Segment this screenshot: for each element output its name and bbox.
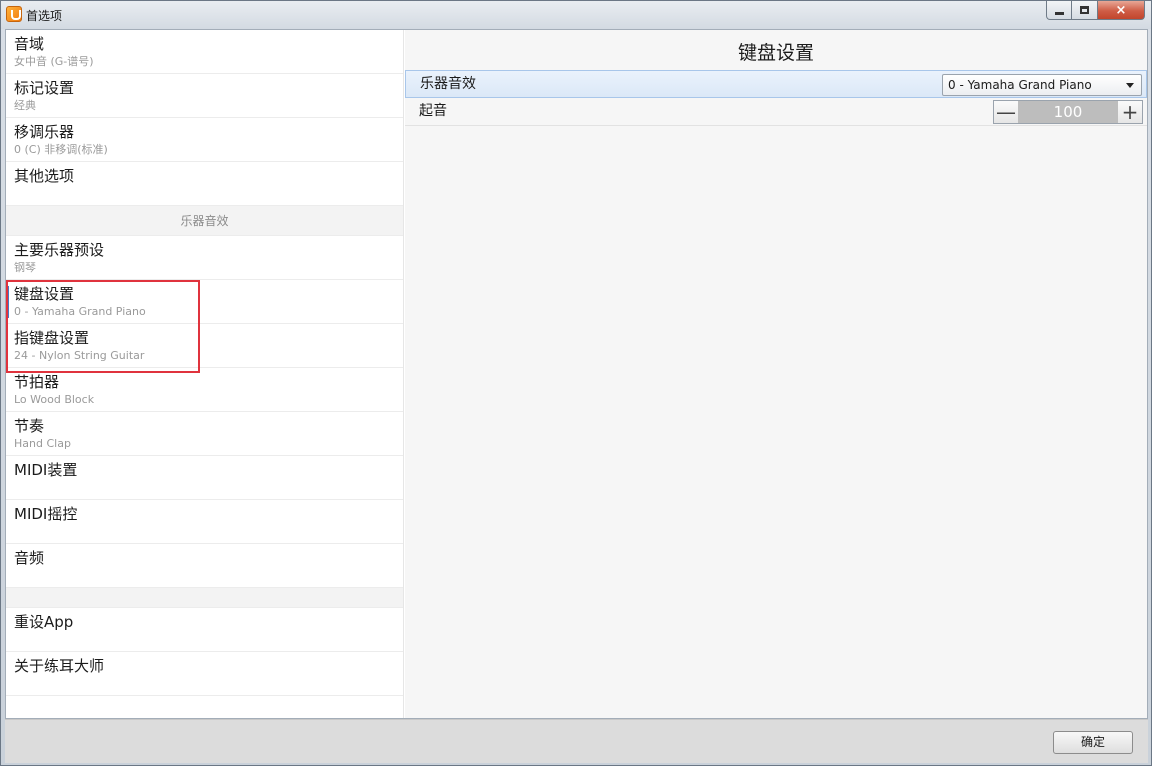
- sidebar-item-value: 经典: [14, 99, 36, 112]
- app-icon: [6, 6, 22, 22]
- close-icon: ×: [1115, 2, 1127, 18]
- sidebar-item-label: 键盘设置: [14, 285, 75, 303]
- window-title: 首选项: [26, 9, 63, 23]
- instrument-sound-value: 0 - Yamaha Grand Piano: [948, 78, 1092, 92]
- instrument-sound-select[interactable]: 0 - Yamaha Grand Piano: [942, 74, 1142, 96]
- sidebar-item-midi-remote[interactable]: MIDI摇控: [6, 500, 403, 544]
- sidebar-item-label: MIDI摇控: [14, 505, 78, 523]
- sidebar-item-value: 女中音 (G-谱号): [14, 55, 94, 68]
- sidebar-item-label: 重设App: [14, 613, 74, 631]
- sidebar-item-reset-app[interactable]: 重设App: [6, 608, 403, 652]
- sidebar-item-other-options[interactable]: 其他选项: [6, 162, 403, 206]
- client-area: 音域 女中音 (G-谱号) 标记设置 经典 移调乐器 0 (C) 非移调(标准)…: [5, 29, 1148, 719]
- minimize-button[interactable]: [1046, 1, 1072, 20]
- sidebar-item-label: 音频: [14, 549, 45, 567]
- attack-row: 起音 — 100 +: [405, 98, 1147, 126]
- settings-content-panel: 键盘设置 乐器音效 0 - Yamaha Grand Piano 起音 — 10…: [405, 30, 1147, 718]
- increment-button[interactable]: +: [1118, 101, 1142, 123]
- section-header-instrument-sounds: 乐器音效: [6, 206, 403, 236]
- sidebar-item-about[interactable]: 关于练耳大师: [6, 652, 403, 696]
- sidebar-item-value: 钢琴: [14, 261, 36, 274]
- sidebar-item-label: 节奏: [14, 417, 45, 435]
- sidebar-item-rhythm[interactable]: 节奏 Hand Clap: [6, 412, 403, 456]
- sidebar-item-keyboard-settings[interactable]: 键盘设置 0 - Yamaha Grand Piano: [6, 280, 403, 324]
- window-controls: ×: [1046, 1, 1145, 20]
- decrement-button[interactable]: —: [994, 101, 1018, 123]
- sidebar-item-label: 主要乐器预设: [14, 241, 105, 259]
- page-title: 键盘设置: [737, 42, 814, 64]
- ok-button[interactable]: 确定: [1053, 731, 1133, 754]
- chevron-down-icon: [1126, 83, 1134, 88]
- attack-label: 起音: [419, 103, 447, 119]
- dialog-footer: 确定: [5, 719, 1148, 763]
- attack-stepper: — 100 +: [993, 100, 1143, 124]
- sidebar-item-range[interactable]: 音域 女中音 (G-谱号): [6, 30, 403, 74]
- sidebar-item-label: 关于练耳大师: [14, 657, 105, 675]
- sidebar-item-fingerboard-settings[interactable]: 指键盘设置 24 - Nylon String Guitar: [6, 324, 403, 368]
- maximize-button[interactable]: [1072, 1, 1098, 20]
- settings-sidebar: 音域 女中音 (G-谱号) 标记设置 经典 移调乐器 0 (C) 非移调(标准)…: [6, 30, 404, 718]
- minus-icon: —: [996, 100, 1016, 124]
- instrument-sound-row[interactable]: 乐器音效 0 - Yamaha Grand Piano: [405, 70, 1147, 98]
- sidebar-item-value: 0 (C) 非移调(标准): [14, 143, 108, 156]
- sidebar-item-midi-device[interactable]: MIDI装置: [6, 456, 403, 500]
- maximize-icon: [1080, 6, 1089, 14]
- sidebar-item-label: 指键盘设置: [14, 329, 90, 347]
- close-button[interactable]: ×: [1098, 1, 1145, 20]
- sidebar-item-label: 标记设置: [14, 79, 75, 97]
- minimize-icon: [1054, 11, 1064, 15]
- sidebar-item-value: Lo Wood Block: [14, 393, 95, 406]
- sidebar-item-label: 移调乐器: [14, 123, 75, 141]
- sidebar-item-value: Hand Clap: [14, 437, 71, 450]
- sidebar-item-metronome[interactable]: 节拍器 Lo Wood Block: [6, 368, 403, 412]
- sidebar-item-notation[interactable]: 标记设置 经典: [6, 74, 403, 118]
- sidebar-item-label: 其他选项: [14, 167, 75, 185]
- sidebar-item-label: 音域: [14, 35, 45, 53]
- sidebar-item-value: 24 - Nylon String Guitar: [14, 349, 145, 362]
- section-divider: [6, 588, 403, 608]
- plus-icon: +: [1121, 100, 1139, 124]
- sidebar-item-main-instrument[interactable]: 主要乐器预设 钢琴: [6, 236, 403, 280]
- attack-value[interactable]: 100: [1018, 101, 1118, 123]
- preferences-window: 首选项 × 音域 女中音 (G-谱号) 标记设置 经典 移调乐器 0 (C) 非…: [0, 0, 1152, 766]
- sidebar-item-label: MIDI装置: [14, 461, 78, 479]
- sidebar-item-label: 节拍器: [14, 373, 60, 391]
- sidebar-item-transpose[interactable]: 移调乐器 0 (C) 非移调(标准): [6, 118, 403, 162]
- instrument-sound-label: 乐器音效: [420, 76, 476, 92]
- sidebar-item-value: 0 - Yamaha Grand Piano: [14, 305, 146, 318]
- title-bar[interactable]: 首选项 ×: [1, 1, 1151, 29]
- sidebar-item-audio[interactable]: 音频: [6, 544, 403, 588]
